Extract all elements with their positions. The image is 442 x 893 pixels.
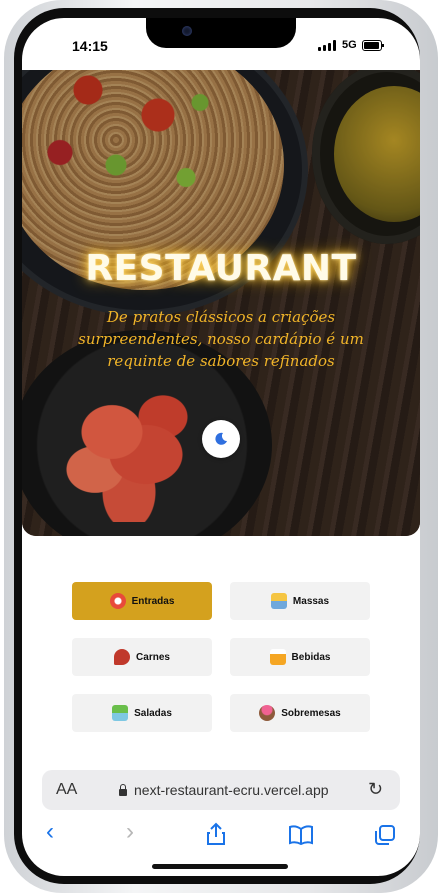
- category-label: Saladas: [134, 707, 172, 719]
- category-button-saladas[interactable]: Saladas: [72, 694, 212, 732]
- reload-icon[interactable]: ↻: [368, 779, 383, 800]
- dessert-icon: [259, 705, 276, 721]
- category-button-sobremesas[interactable]: Sobremesas: [230, 694, 370, 732]
- back-icon[interactable]: ‹: [46, 818, 54, 852]
- category-label: Entradas: [131, 595, 175, 607]
- appetizer-icon: [109, 593, 126, 609]
- moon-icon: [215, 432, 227, 445]
- category-label: Bebidas: [291, 651, 331, 663]
- category-label: Massas: [292, 595, 330, 607]
- category-label: Carnes: [136, 651, 170, 663]
- home-indicator: [152, 864, 288, 869]
- network-label: 5G: [342, 39, 357, 51]
- share-icon[interactable]: [206, 822, 226, 856]
- category-button-entradas[interactable]: Entradas: [72, 582, 212, 620]
- browser-address-bar[interactable]: AA next-restaurant-ecru.vercel.app ↻: [42, 770, 400, 810]
- drinks-icon: [269, 649, 286, 665]
- url-text: next-restaurant-ecru.vercel.app: [134, 782, 329, 798]
- bookmarks-icon[interactable]: [288, 824, 314, 858]
- hero-subtitle: De pratos clássicos a criações surpreend…: [78, 308, 364, 370]
- page-title: RESTAURANT: [85, 248, 357, 289]
- category-button-massas[interactable]: Massas: [230, 582, 370, 620]
- notch: [146, 18, 296, 48]
- battery-icon: [362, 40, 384, 51]
- pasta-icon: [270, 593, 287, 609]
- lock-icon: [118, 784, 128, 796]
- category-button-carnes[interactable]: Carnes: [72, 638, 212, 676]
- category-label: Sobremesas: [281, 707, 341, 719]
- phone-screen: RESTAURANT De pratos clássicos a criaçõe…: [22, 18, 420, 876]
- meat-icon: [114, 649, 131, 665]
- text-size-button[interactable]: AA: [56, 781, 77, 799]
- salad-icon: [112, 705, 129, 721]
- signal-icon: [318, 40, 340, 51]
- forward-icon[interactable]: ›: [126, 818, 134, 852]
- status-time: 14:15: [72, 38, 108, 54]
- hero-banner: RESTAURANT De pratos clássicos a criaçõe…: [22, 70, 420, 536]
- theme-toggle-button[interactable]: [202, 420, 240, 458]
- tabs-icon[interactable]: [374, 824, 396, 858]
- camera-icon: [182, 26, 192, 36]
- category-button-bebidas[interactable]: Bebidas: [230, 638, 370, 676]
